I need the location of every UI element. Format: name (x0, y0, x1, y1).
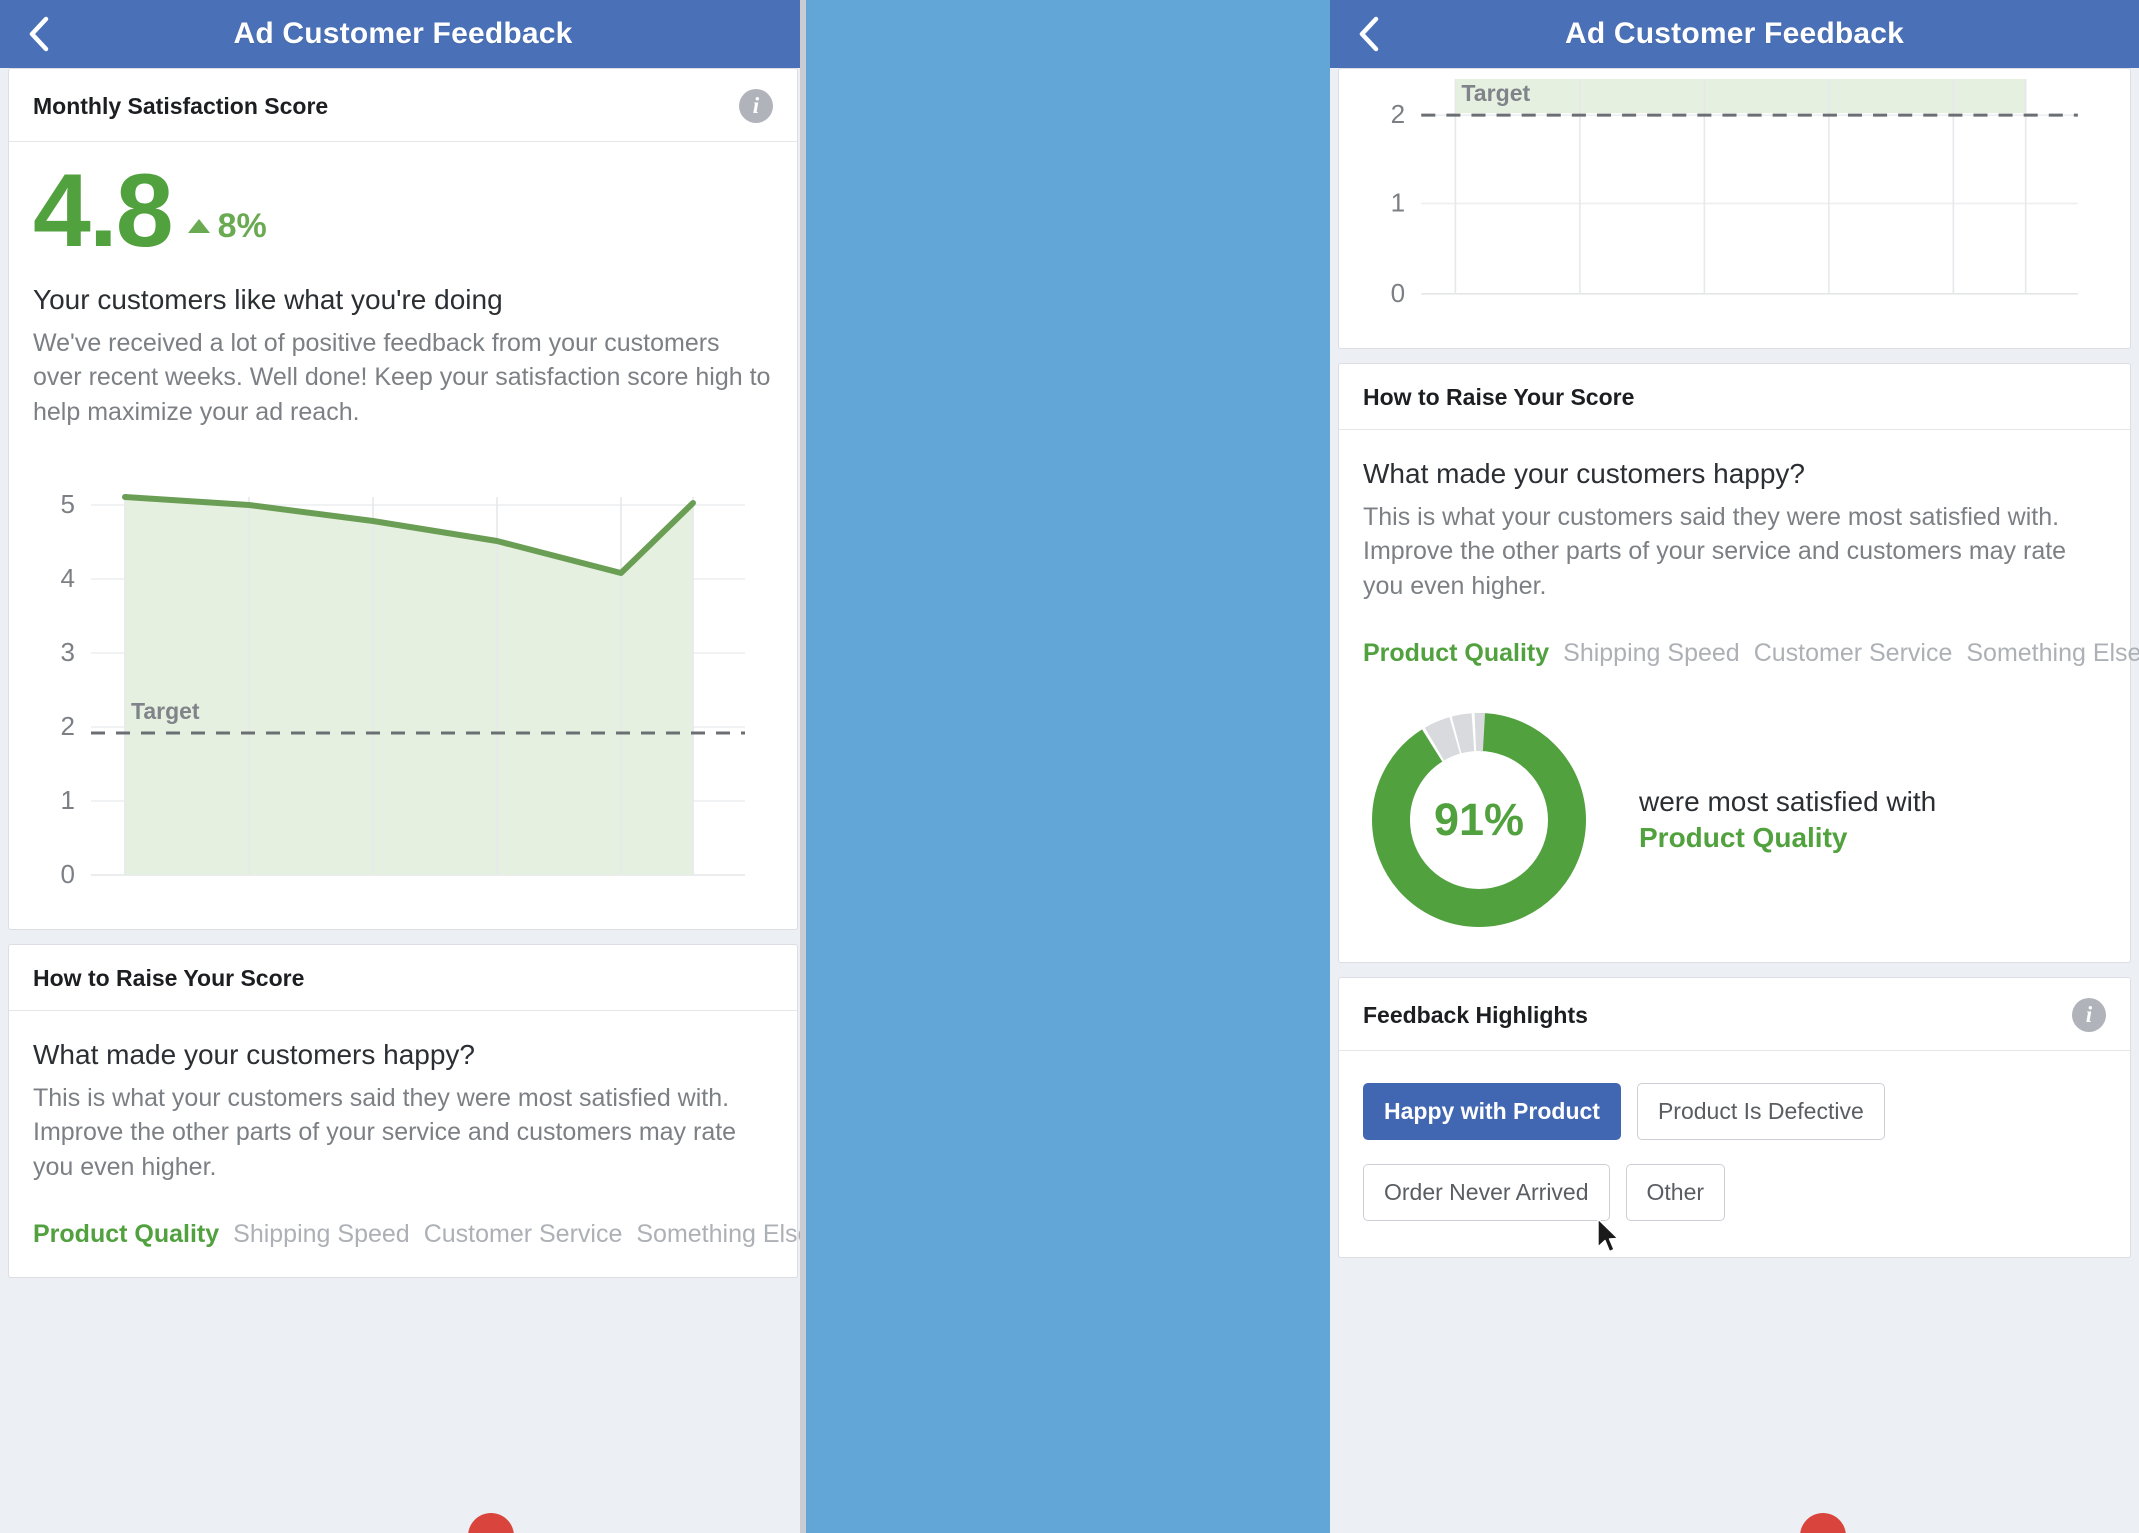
feedback-chip-grid-row2: Order Never Arrived Other (1363, 1158, 2106, 1223)
card-title: Feedback Highlights (1363, 1001, 1588, 1028)
score-delta: 8% (187, 206, 267, 260)
donut-caption: were most satisfied with (1639, 785, 1937, 817)
y-tick-3: 3 (61, 637, 75, 667)
reason-tag-row: Product Quality Shipping Speed Customer Se… (1363, 637, 2139, 670)
y-tick-4: 4 (61, 563, 75, 593)
chevron-left-icon (1358, 16, 1380, 52)
card-header: How to Raise Your Score (1339, 364, 2130, 430)
y-tick-5: 5 (61, 489, 75, 519)
raise-question: What made your customers happy? (1363, 458, 1805, 489)
chip-other[interactable]: Other (1625, 1164, 1726, 1222)
score-lede: Your customers like what you're doing (33, 283, 503, 315)
info-icon[interactable]: i (2072, 998, 2106, 1033)
triangle-up-icon (187, 219, 210, 234)
y-tick-1: 1 (1391, 188, 1406, 218)
card-body: 4.8 8% Your customers like what you're d… (9, 142, 797, 929)
y-tick-0: 0 (1391, 278, 1406, 308)
reason-tag-product-quality[interactable]: Product Quality (33, 1220, 219, 1248)
notification-blob (468, 1513, 514, 1533)
phone-panel-left: Ad Customer Feedback Monthly Satisfactio… (0, 0, 806, 1533)
satisfaction-line-chart: 5 4 3 2 1 0 Target (33, 463, 773, 903)
chip-order-never-arrived[interactable]: Order Never Arrived (1363, 1164, 1610, 1222)
screenshot-root: Ad Customer Feedback Monthly Satisfactio… (0, 0, 2139, 1533)
target-label: Target (1461, 80, 1530, 106)
reason-tag-customer-service[interactable]: Customer Service (1754, 639, 1953, 667)
raise-score-card: How to Raise Your Score What made your c… (1338, 363, 2139, 964)
reason-tag-product-quality[interactable]: Product Quality (1363, 639, 1549, 667)
delta-value: 8% (217, 206, 267, 245)
raise-question: What made your customers happy? (33, 1039, 475, 1070)
scroll-area-left[interactable]: Monthly Satisfaction Score i 4.8 8% Your… (0, 68, 806, 1533)
x-tick-0: Nov (1431, 324, 1481, 330)
y-tick-0: 0 (61, 859, 75, 889)
card-body: Happy with Product Product Is Defective … (1339, 1051, 2130, 1257)
donut-row: 91% were most satisfied with Product Qua… (1363, 704, 2106, 936)
x-tick-1: Nov (1555, 324, 1605, 330)
navbar-left: Ad Customer Feedback (0, 0, 806, 68)
card-title: How to Raise Your Score (33, 965, 305, 991)
line-chart-svg: 5 4 3 2 1 0 Target (61, 489, 745, 889)
notification-blob (1800, 1513, 1846, 1533)
card-title: Monthly Satisfaction Score (33, 92, 329, 119)
card-header: Feedback Highlights i (1339, 978, 2130, 1052)
monthly-satisfaction-card: Monthly Satisfaction Score i 4.8 8% Your… (8, 68, 798, 930)
card-header: How to Raise Your Score (9, 945, 797, 1011)
back-button[interactable] (1352, 14, 1386, 54)
page-title: Ad Customer Feedback (233, 17, 573, 50)
raise-description: This is what your customers said they we… (1363, 502, 2067, 600)
feedback-chip-grid: Happy with Product Product Is Defective (1363, 1077, 2106, 1142)
score-row: 4.8 8% (33, 153, 773, 269)
raise-score-card: How to Raise Your Score What made your c… (8, 944, 806, 1279)
chip-product-is-defective[interactable]: Product Is Defective (1636, 1083, 1885, 1141)
chart-area-fill (1455, 79, 2026, 114)
chart-area-fill (125, 497, 693, 875)
card-body: What made your customers happy? This is … (1339, 430, 2139, 962)
score-description: We've received a lot of positive feedbac… (33, 328, 771, 426)
x-tick-4: Dec (1929, 324, 1977, 330)
info-icon[interactable]: i (739, 89, 773, 123)
line-chart-cropped-svg: 2 1 0 Target (1391, 79, 2078, 330)
satisfaction-donut-chart: 91% (1363, 704, 1595, 936)
reason-tag-row: Product Quality Shipping Speed Customer Se… (33, 1218, 806, 1251)
donut-center-percent: 91% (1433, 794, 1525, 846)
x-tick-2: Nov (1680, 324, 1730, 330)
y-tick-2: 2 (1391, 99, 1406, 129)
reason-tag-customer-service[interactable]: Customer Service (424, 1220, 623, 1248)
navbar-right: Ad Customer Feedback (1330, 0, 2139, 68)
card-header: Monthly Satisfaction Score i (9, 69, 797, 142)
donut-highlight: Product Quality (1639, 822, 1848, 854)
card-body: What made your customers happy? This is … (9, 1011, 806, 1277)
satisfaction-line-chart-cropped: 2 1 0 Target (1363, 79, 2106, 330)
card-title: How to Raise Your Score (1363, 384, 1635, 410)
x-tick-3: Dec (1805, 324, 1853, 330)
target-label: Target (131, 698, 200, 724)
reason-tag-something-else[interactable]: Something Else (636, 1220, 806, 1248)
scroll-area-right[interactable]: 2 1 0 Target How to Raise Your Score Wha… (1330, 68, 2139, 1533)
card-body: 2 1 0 Target (1339, 69, 2130, 348)
reason-tag-something-else[interactable]: Something Else (1966, 639, 2139, 667)
feedback-highlights-card: Feedback Highlights i Happy with Product… (1338, 977, 2131, 1259)
y-tick-1: 1 (61, 785, 75, 815)
phone-panel-right: Ad Customer Feedback 2 1 0 Target How to… (1330, 0, 2139, 1533)
x-tick-5: Dec (2014, 324, 2062, 330)
y-tick-2: 2 (61, 711, 75, 741)
chip-happy-with-product[interactable]: Happy with Product (1363, 1083, 1621, 1141)
satisfaction-score-value: 4.8 (33, 153, 174, 269)
chevron-left-icon (28, 16, 50, 52)
reason-tag-shipping-speed[interactable]: Shipping Speed (1563, 639, 1740, 667)
raise-description: This is what your customers said they we… (33, 1083, 737, 1181)
page-title: Ad Customer Feedback (1564, 17, 1905, 50)
reason-tag-shipping-speed[interactable]: Shipping Speed (233, 1220, 410, 1248)
donut-caption-block: were most satisfied with Product Quality (1639, 784, 1936, 857)
monthly-satisfaction-card-cropped: 2 1 0 Target (1338, 68, 2131, 349)
back-button[interactable] (22, 14, 56, 54)
